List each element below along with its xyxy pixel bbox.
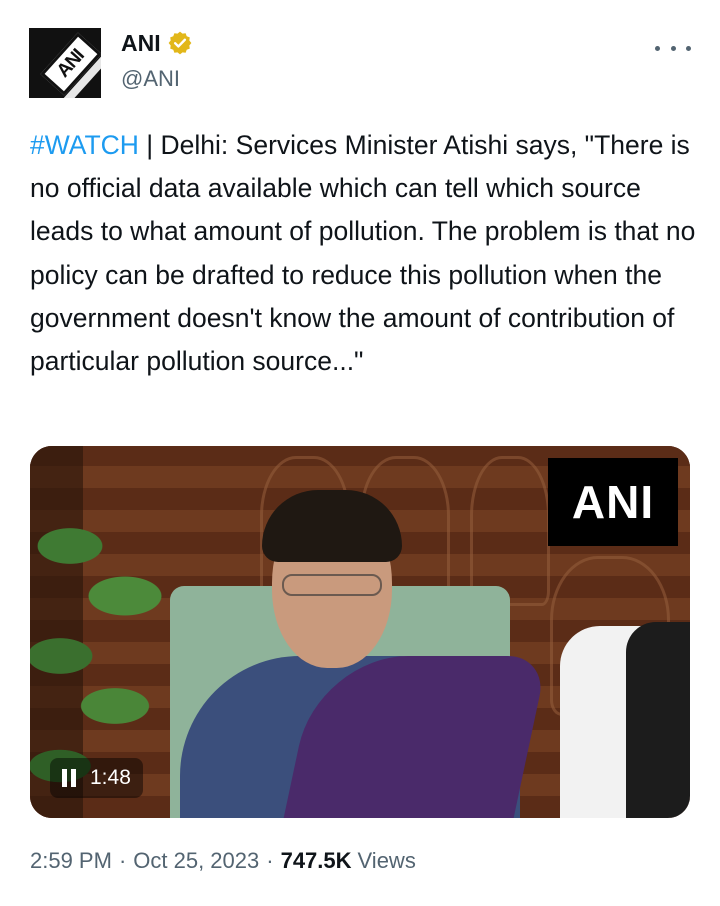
views-label: Views [357,848,416,873]
meta-separator: · [266,848,274,873]
more-dot-icon [670,45,676,51]
tweet-body: | Delhi: Services Minister Atishi says, … [30,130,696,377]
play-pause-control[interactable]: 1:48 [50,758,143,798]
ani-watermark-text: ANI [571,476,655,528]
pause-icon [62,769,76,787]
hashtag-link[interactable]: #WATCH [30,130,139,160]
tweet-time[interactable]: 2:59 PM [30,848,112,874]
tweet-date[interactable]: Oct 25, 2023 [133,848,259,874]
ani-watermark: ANI [548,458,678,546]
author-name-row[interactable]: ANI [121,28,193,58]
tweet-text: #WATCH | Delhi: Services Minister Atishi… [30,124,700,383]
meta-separator: · [118,848,127,873]
second-person-vest [626,622,690,818]
more-options-button[interactable] [655,38,691,58]
author-display-name[interactable]: ANI [121,30,161,57]
plant [30,486,180,786]
avatar-logo: ANI [40,32,101,96]
verified-badge-icon [168,31,191,55]
video-player[interactable]: ANI 1:48 [30,446,690,818]
tweet-meta: 2:59 PM · Oct 25, 2023 · 747.5K Views [30,848,416,874]
video-duration: 1:48 [90,766,131,789]
wood-carving [470,456,550,606]
more-dot-icon [655,45,660,51]
views-count: 747.5K [280,848,352,873]
speaker-glasses [282,574,382,596]
avatar[interactable]: ANI [29,28,101,98]
author-handle[interactable]: @ANI [121,66,180,92]
more-dot-icon [686,45,691,51]
